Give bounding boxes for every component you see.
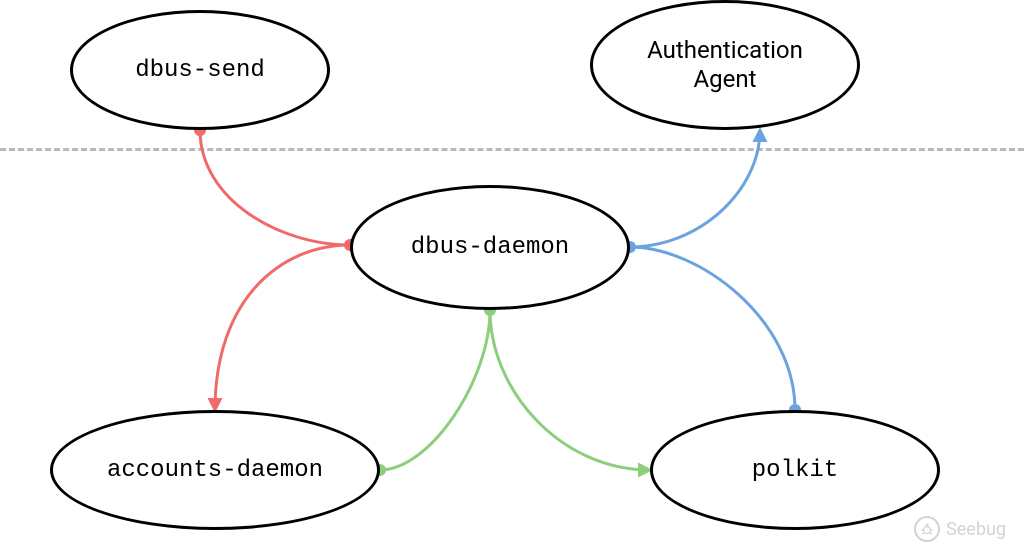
watermark-label: Seebug	[946, 519, 1006, 540]
node-label: polkit	[752, 457, 838, 484]
watermark: Seebug	[914, 516, 1006, 542]
node-dbus-send: dbus-send	[70, 10, 330, 130]
node-authentication-agent: Authentication Agent	[590, 0, 860, 130]
edge-green-right	[490, 310, 650, 470]
diagram-container: dbus-send Authentication Agent dbus-daem…	[0, 0, 1024, 552]
node-dbus-daemon: dbus-daemon	[350, 185, 630, 310]
node-label: Authentication Agent	[647, 36, 803, 94]
edge-blue-in	[630, 247, 795, 410]
node-label: dbus-daemon	[411, 234, 569, 261]
separator-line	[0, 148, 1024, 151]
node-label: dbus-send	[135, 57, 265, 84]
bug-icon	[914, 516, 940, 542]
node-polkit: polkit	[650, 410, 940, 530]
node-accounts-daemon: accounts-daemon	[50, 410, 380, 530]
edge-green-left	[380, 310, 490, 470]
edge-red-out	[215, 245, 350, 410]
node-label: accounts-daemon	[107, 457, 323, 484]
